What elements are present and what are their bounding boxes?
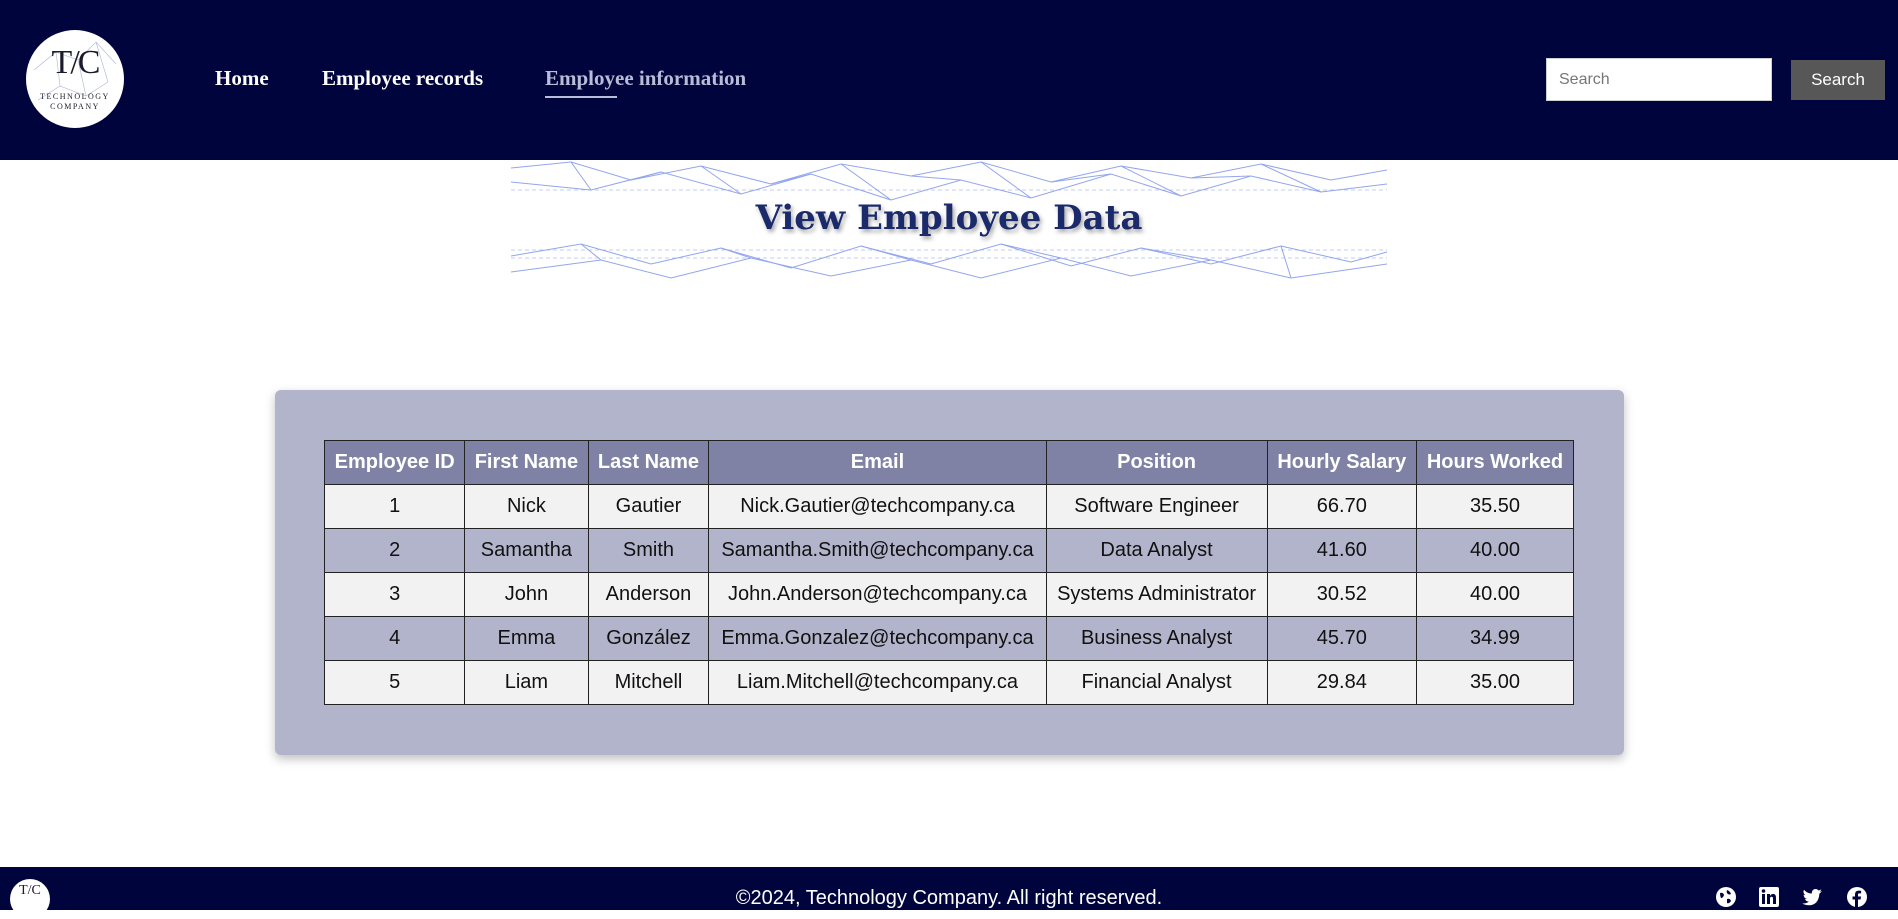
employee-data-card: Employee ID First Name Last Name Email P… bbox=[275, 390, 1624, 755]
table-cell: Business Analyst bbox=[1045, 616, 1268, 661]
table-cell: Samantha.Smith@techcompany.ca bbox=[708, 528, 1047, 573]
linkedin-icon[interactable] bbox=[1758, 886, 1780, 908]
table-cell: 5 bbox=[323, 660, 466, 705]
page-banner: View Employee Data bbox=[511, 160, 1387, 280]
page-title: View Employee Data bbox=[755, 198, 1143, 238]
table-cell: 30.52 bbox=[1266, 572, 1418, 617]
table-cell: 40.00 bbox=[1416, 572, 1574, 617]
column-header: Last Name bbox=[587, 440, 710, 485]
table-cell: Liam.Mitchell@techcompany.ca bbox=[708, 660, 1047, 705]
column-header: Employee ID bbox=[323, 440, 466, 485]
table-cell: Systems Administrator bbox=[1045, 572, 1268, 617]
table-cell: Anderson bbox=[587, 572, 710, 617]
logo-text-line1: TECHNOLOGY bbox=[40, 92, 110, 101]
table-cell: Smith bbox=[587, 528, 710, 573]
nav-home[interactable]: Home bbox=[215, 66, 269, 91]
table-cell: Software Engineer bbox=[1045, 484, 1268, 529]
table-cell: 45.70 bbox=[1266, 616, 1418, 661]
table-cell: Emma bbox=[464, 616, 589, 661]
company-logo[interactable]: T/C TECHNOLOGY COMPANY bbox=[26, 30, 124, 128]
table-cell: 40.00 bbox=[1416, 528, 1574, 573]
logo-text-line2: COMPANY bbox=[50, 102, 100, 111]
table-cell: González bbox=[587, 616, 710, 661]
table-row: 3 John Anderson John.Anderson@techcompan… bbox=[323, 572, 1574, 617]
table-row: 2 Samantha Smith Samantha.Smith@techcomp… bbox=[323, 528, 1574, 573]
table-cell: 66.70 bbox=[1266, 484, 1418, 529]
table-cell: 29.84 bbox=[1266, 660, 1418, 705]
table-cell: Nick bbox=[464, 484, 589, 529]
nav-employee-information[interactable]: Employee information bbox=[545, 66, 746, 91]
table-cell: 41.60 bbox=[1266, 528, 1418, 573]
column-header: Email bbox=[708, 440, 1047, 485]
employee-table: Employee ID First Name Last Name Email P… bbox=[323, 440, 1574, 705]
copyright-text: ©2024, Technology Company. All right res… bbox=[735, 887, 1163, 909]
nav-employee-records[interactable]: Employee records bbox=[322, 66, 483, 91]
table-row: 1 Nick Gautier Nick.Gautier@techcompany.… bbox=[323, 484, 1574, 529]
table-cell: Data Analyst bbox=[1045, 528, 1268, 573]
table-cell: 2 bbox=[323, 528, 466, 573]
table-cell: Financial Analyst bbox=[1045, 660, 1268, 705]
site-footer: T/C ©2024, Technology Company. All right… bbox=[0, 867, 1898, 919]
table-cell: Mitchell bbox=[587, 660, 710, 705]
column-header: Position bbox=[1045, 440, 1268, 485]
table-cell: Emma.Gonzalez@techcompany.ca bbox=[708, 616, 1047, 661]
table-cell: Nick.Gautier@techcompany.ca bbox=[708, 484, 1047, 529]
table-cell: 3 bbox=[323, 572, 466, 617]
column-header: Hours Worked bbox=[1416, 440, 1574, 485]
table-cell: Gautier bbox=[587, 484, 710, 529]
table-cell: 35.50 bbox=[1416, 484, 1574, 529]
table-cell: Liam bbox=[464, 660, 589, 705]
column-header: First Name bbox=[464, 440, 589, 485]
table-header-row: Employee ID First Name Last Name Email P… bbox=[323, 440, 1574, 485]
table-cell: John bbox=[464, 572, 589, 617]
column-header: Hourly Salary bbox=[1266, 440, 1418, 485]
twitter-icon[interactable] bbox=[1801, 886, 1823, 908]
globe-icon[interactable] bbox=[1715, 886, 1737, 908]
table-cell: 34.99 bbox=[1416, 616, 1574, 661]
active-nav-underline bbox=[545, 96, 617, 98]
table-cell: 4 bbox=[323, 616, 466, 661]
table-row: 5 Liam Mitchell Liam.Mitchell@techcompan… bbox=[323, 660, 1574, 705]
facebook-icon[interactable] bbox=[1846, 886, 1868, 908]
table-cell: 35.00 bbox=[1416, 660, 1574, 705]
table-cell: 1 bbox=[323, 484, 466, 529]
search-button[interactable]: Search bbox=[1791, 60, 1885, 100]
table-cell: Samantha bbox=[464, 528, 589, 573]
logo-monogram: T/C bbox=[51, 44, 101, 81]
table-cell: John.Anderson@techcompany.ca bbox=[708, 572, 1047, 617]
search-input[interactable] bbox=[1546, 58, 1772, 101]
table-row: 4 Emma González Emma.Gonzalez@techcompan… bbox=[323, 616, 1574, 661]
site-header: T/C TECHNOLOGY COMPANY Home Employee rec… bbox=[0, 0, 1898, 160]
